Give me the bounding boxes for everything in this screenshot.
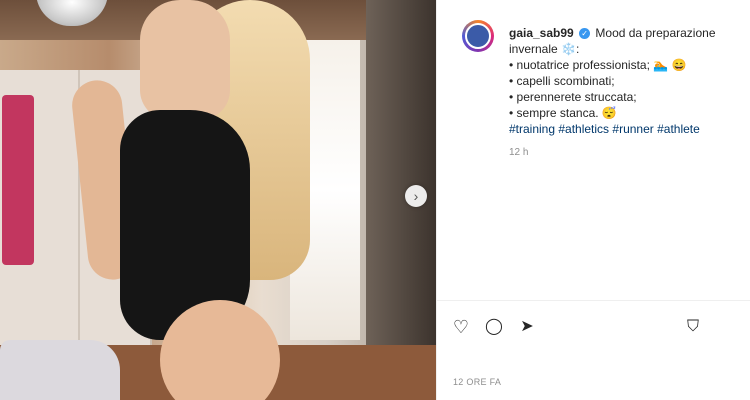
- post-side-panel: gaia_sab99 ✓ Mood da preparazione invern…: [436, 0, 750, 400]
- save-icon[interactable]: ⛉: [682, 316, 704, 338]
- post-photo[interactable]: [0, 0, 436, 400]
- post-age: 12 ORE FA: [453, 377, 502, 387]
- photo-person-face: [140, 0, 230, 120]
- carousel-next-icon[interactable]: ›: [405, 185, 427, 207]
- share-icon[interactable]: ➤: [516, 316, 538, 338]
- photo-bedding: [0, 340, 120, 400]
- photo-towel: [2, 95, 34, 265]
- comment-icon[interactable]: ◯: [483, 316, 505, 338]
- post-actions: ♡ ◯ ➤ ⛉: [437, 0, 750, 400]
- like-icon[interactable]: ♡: [450, 316, 472, 338]
